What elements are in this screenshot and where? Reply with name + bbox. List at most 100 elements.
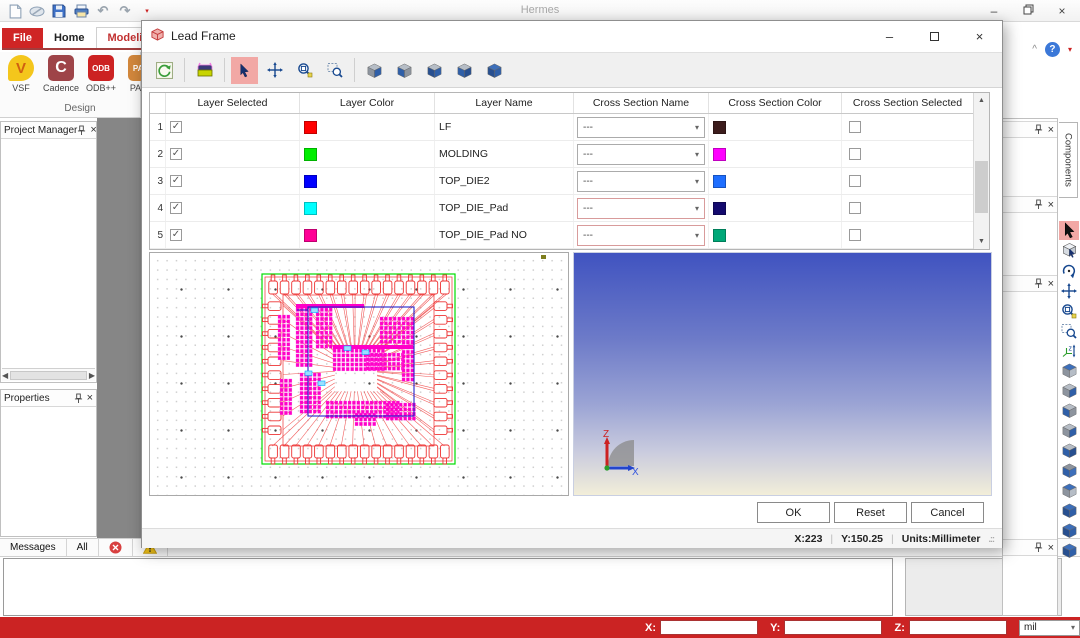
close-icon[interactable]: × [1048,125,1054,135]
close-icon[interactable]: × [90,125,96,135]
layer-selected-checkbox[interactable]: ✓ [170,229,182,241]
pin-icon[interactable] [77,125,86,136]
cube-right-blue-icon[interactable] [1059,421,1079,440]
components-tab[interactable]: Components [1059,122,1078,198]
cross-section-dropdown[interactable]: ---▾ [577,171,705,192]
refresh-icon[interactable] [151,57,178,84]
cube-top-blue-icon[interactable] [1059,361,1079,380]
cross-section-checkbox[interactable] [849,175,861,187]
collapse-ribbon-icon[interactable]: ^ [1032,44,1037,55]
ribbon-item-cadence[interactable]: CCadence [44,55,78,93]
cube-frontright-blue-icon[interactable] [421,57,448,84]
cross-section-color-swatch[interactable] [713,202,726,215]
layer-color-swatch[interactable] [304,121,317,134]
cross-section-dropdown[interactable]: ---▾ [577,225,705,246]
close-icon[interactable]: × [1048,279,1054,289]
cube-topgray-blue-icon[interactable] [1059,441,1079,460]
zoom-area-icon[interactable] [1059,321,1079,340]
messages-tab-all[interactable]: All [67,539,99,556]
leadframe-2d-view[interactable] [149,252,569,496]
cross-section-dropdown[interactable]: ---▾ [577,117,705,138]
close-icon[interactable]: × [87,393,93,403]
layer-color-swatch[interactable] [304,229,317,242]
y-input[interactable] [784,620,882,635]
minimize-icon[interactable]: – [986,4,1002,18]
messages-tab-messages[interactable]: Messages [0,539,67,556]
zoom-icon[interactable] [1059,301,1079,320]
help-icon[interactable]: ? [1045,42,1060,57]
pan-icon[interactable] [1059,281,1079,300]
pointer-icon[interactable] [1059,221,1079,240]
layer-color-swatch[interactable] [304,202,317,215]
minimize-icon[interactable]: – [867,21,912,51]
cross-section-checkbox[interactable] [849,202,861,214]
cube-left-blue-icon[interactable] [1059,401,1079,420]
messages-output-area[interactable] [3,558,893,616]
zoom-icon[interactable] [291,57,318,84]
tab-home[interactable]: Home [43,28,96,48]
scroll-left-icon[interactable]: ◀ [2,371,8,380]
resize-grip[interactable]: .:: [989,534,995,544]
layer-selected-checkbox[interactable]: ✓ [170,121,182,133]
cube-solid-icon[interactable] [481,57,508,84]
tab-file[interactable]: File [2,28,43,48]
ribbon-item-vsf[interactable]: VVSF [4,55,38,93]
cross-section-checkbox[interactable] [849,148,861,160]
close-icon[interactable]: × [1054,4,1070,18]
close-icon[interactable]: × [1048,200,1054,210]
help-caret-icon[interactable]: ▾ [1068,45,1072,54]
cross-section-dropdown[interactable]: ---▾ [577,198,705,219]
unit-dropdown[interactable]: mil ▾ [1019,620,1080,636]
cube-top-blue-icon[interactable] [1059,481,1079,500]
scroll-right-icon[interactable]: ▶ [89,371,95,380]
scroll-thumb[interactable] [10,371,87,380]
cube-right-blue-icon[interactable] [361,57,388,84]
cube-topgray-blue-icon[interactable] [451,57,478,84]
pin-icon[interactable] [1034,278,1043,289]
maximize-icon[interactable] [912,21,957,51]
cube-right-blue-icon[interactable] [1059,381,1079,400]
cube-solid-icon[interactable] [1059,521,1079,540]
ribbon-item-odb[interactable]: ODBODB++ [84,55,118,93]
close-icon[interactable]: × [957,21,1002,51]
scroll-up-icon[interactable]: ▲ [974,93,989,108]
z-input[interactable] [909,620,1007,635]
error-icon[interactable] [99,539,133,556]
cube-bottom-blue-icon[interactable] [1059,461,1079,480]
horizontal-scrollbar[interactable]: ◀▶ [2,368,95,381]
leadframe-icon[interactable] [191,57,218,84]
pin-icon[interactable] [1034,199,1043,210]
pin-icon[interactable] [1034,542,1043,553]
rotate-icon[interactable] [1059,261,1079,280]
z-fit-icon[interactable]: z [1059,341,1079,360]
layer-color-swatch[interactable] [304,148,317,161]
pointer-icon[interactable] [231,57,258,84]
pin-icon[interactable] [1034,124,1043,135]
x-input[interactable] [660,620,758,635]
cross-section-checkbox[interactable] [849,229,861,241]
cube-solid-icon[interactable] [1059,541,1079,560]
layer-selected-checkbox[interactable]: ✓ [170,202,182,214]
cancel-button[interactable]: Cancel [911,502,984,523]
scroll-down-icon[interactable]: ▼ [974,234,989,249]
close-icon[interactable]: × [1048,543,1054,553]
scroll-thumb[interactable] [975,161,988,213]
restore-icon[interactable] [1020,4,1036,18]
cube-solid-icon[interactable] [1059,501,1079,520]
cross-section-color-swatch[interactable] [713,175,726,188]
cross-section-color-swatch[interactable] [713,121,726,134]
layer-selected-checkbox[interactable]: ✓ [170,175,182,187]
cross-section-checkbox[interactable] [849,121,861,133]
layer-selected-checkbox[interactable]: ✓ [170,148,182,160]
layer-color-swatch[interactable] [304,175,317,188]
cross-section-dropdown[interactable]: ---▾ [577,144,705,165]
zoom-area-icon[interactable] [321,57,348,84]
cube-left-blue-icon[interactable] [391,57,418,84]
cross-section-color-swatch[interactable] [713,229,726,242]
pan-icon[interactable] [261,57,288,84]
cube-pointer-icon[interactable] [1059,241,1079,260]
leadframe-3d-view[interactable]: Z X [573,252,992,496]
cross-section-color-swatch[interactable] [713,148,726,161]
ok-button[interactable]: OK [757,502,830,523]
reset-button[interactable]: Reset [834,502,907,523]
